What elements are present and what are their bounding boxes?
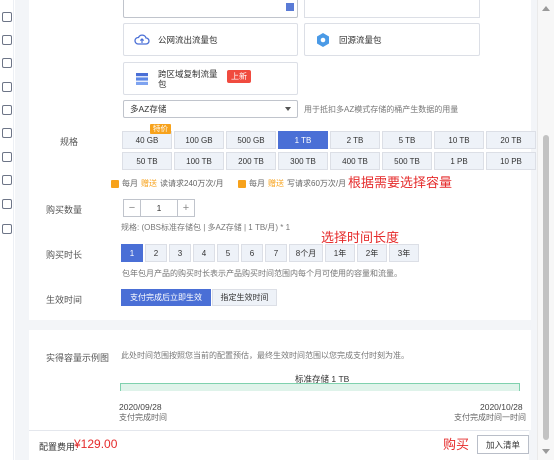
spec-option[interactable]: 10 PB — [486, 152, 536, 170]
start-caption: 支付完成时间 — [119, 413, 167, 422]
add-to-cart-button[interactable]: 加入清单 — [477, 435, 529, 454]
price-footer: 配置费用: ¥129.00 购买 加入清单 — [29, 430, 529, 460]
duration-option[interactable]: 2 — [145, 244, 167, 262]
quantity-stepper: − 1 + — [123, 199, 195, 217]
spec-option[interactable]: 1 PB — [434, 152, 484, 170]
duration-option[interactable]: 4 — [193, 244, 215, 262]
nav-icon-5[interactable] — [2, 105, 12, 115]
gift-icon — [238, 179, 246, 188]
promo-highlight: 赠送 — [268, 179, 284, 188]
start-date: 2020/09/28 — [119, 402, 162, 412]
timeline-bar — [120, 383, 520, 391]
storage-type-value: 多AZ存储 — [130, 104, 167, 114]
package-label-line2: 包 — [158, 78, 167, 89]
effective-immediate-button[interactable]: 支付完成后立即生效 — [121, 289, 211, 306]
end-caption: 支付完成时间一时间 — [454, 413, 526, 422]
dropdown-caret-icon — [285, 107, 291, 111]
scroll-up-icon[interactable] — [542, 6, 550, 11]
duration-option[interactable]: 8个月 — [289, 244, 323, 262]
duration-option[interactable]: 3 — [169, 244, 191, 262]
duration-option[interactable]: 3年 — [389, 244, 419, 262]
server-stack-icon — [134, 71, 150, 87]
promo-write-requests: 每月 赠送 写请求60万次/月 — [238, 178, 346, 189]
effective-specified-button[interactable]: 指定生效时间 — [212, 289, 277, 306]
package-label-group: 跨区域复制流量 包 — [158, 69, 218, 89]
duration-option[interactable]: 6 — [241, 244, 263, 262]
package-label: 公网流出流量包 — [158, 34, 218, 45]
hexagon-icon — [315, 32, 331, 48]
spec-option[interactable]: 50 TB — [122, 152, 172, 170]
spec-option[interactable]: 500 TB — [382, 152, 432, 170]
decrement-button[interactable]: − — [124, 200, 140, 216]
end-date: 2020/10/28 — [480, 402, 523, 412]
nav-icon-7[interactable] — [2, 152, 12, 162]
spec-option[interactable]: 300 TB — [278, 152, 328, 170]
duration-option[interactable]: 5 — [217, 244, 239, 262]
duration-option[interactable]: 7 — [265, 244, 287, 262]
duration-option[interactable]: 1 — [121, 244, 143, 262]
spec-option[interactable]: 2 TB — [330, 131, 380, 149]
spec-option[interactable]: 100 TB — [174, 152, 224, 170]
duration-label: 购买时长 — [46, 250, 83, 260]
spec-option[interactable]: 200 TB — [226, 152, 276, 170]
nav-icon-8[interactable] — [2, 175, 12, 185]
spec-summary: 规格: (OBS标准存储包 | 多AZ存储 | 1 TB/月) * 1 — [121, 223, 291, 232]
storage-type-hint: 用于抵扣多AZ模式存储的桶产生数据的用量 — [304, 105, 459, 114]
duration-note: 包年包月产品的购买时长表示产品购买时间范围内每个月可使用的容量和流量。 — [122, 269, 402, 278]
increment-button[interactable]: + — [178, 200, 194, 216]
special-price-badge: 特价 — [150, 124, 171, 134]
quantity-label: 购买数量 — [46, 205, 83, 215]
price-label: 配置费用: — [39, 442, 78, 452]
nav-icon-2[interactable] — [2, 35, 12, 45]
scroll-down-icon[interactable] — [542, 449, 550, 454]
vertical-scrollbar[interactable] — [537, 0, 554, 460]
nav-icon-9[interactable] — [2, 199, 12, 209]
gift-icon — [111, 179, 119, 188]
left-nav-rail — [0, 0, 14, 460]
duration-option[interactable]: 2年 — [357, 244, 387, 262]
region-select-partial[interactable] — [123, 0, 298, 18]
nav-icon-1[interactable] — [2, 12, 12, 22]
promo-text-pre: 每月 — [249, 179, 265, 188]
nav-icon-6[interactable] — [2, 128, 12, 138]
storage-type-select[interactable]: 多AZ存储 — [123, 100, 298, 118]
promo-text-post: 读请求240万次/月 — [160, 179, 224, 188]
duration-option[interactable]: 1年 — [325, 244, 355, 262]
nav-icon-3[interactable] — [2, 58, 12, 68]
spec-option[interactable]: 500 GB — [226, 131, 276, 149]
spec-option[interactable]: 400 TB — [330, 152, 380, 170]
upload-cloud-icon — [134, 32, 150, 48]
scroll-thumb[interactable] — [543, 135, 549, 440]
example-desc: 此处时间范围按照您当前的配置预估，最终生效时间范围以您完成支付时刻为准。 — [121, 351, 409, 360]
buy-annotation: 购买 — [443, 437, 470, 452]
nav-icon-10[interactable] — [2, 224, 12, 234]
package-label: 回源流量包 — [339, 34, 382, 45]
spec-option[interactable]: 1 TB — [278, 131, 328, 149]
example-label: 实得容量示例图 — [46, 353, 110, 363]
effective-label: 生效时间 — [46, 295, 83, 305]
option-box-partial[interactable] — [304, 0, 480, 18]
new-badge: 上新 — [227, 70, 251, 83]
select-caret-icon — [286, 3, 294, 11]
promo-highlight: 赠送 — [141, 179, 157, 188]
spec-option[interactable]: 10 TB — [434, 131, 484, 149]
capacity-annotation: 根据需要选择容量 — [348, 175, 453, 190]
promo-read-requests: 每月 赠送 读请求240万次/月 — [111, 178, 224, 189]
spec-option[interactable]: 20 TB — [486, 131, 536, 149]
spec-label: 规格 — [60, 137, 79, 147]
package-cross-region[interactable]: 跨区域复制流量 包 — [123, 62, 298, 95]
promo-text-pre: 每月 — [122, 179, 138, 188]
package-public-outbound[interactable]: 公网流出流量包 — [123, 23, 298, 56]
price-value: ¥129.00 — [74, 437, 118, 451]
package-origin-pull[interactable]: 回源流量包 — [304, 23, 480, 56]
quantity-input[interactable]: 1 — [140, 200, 178, 216]
promo-text-post: 写请求60万次/月 — [287, 179, 347, 188]
nav-icon-4[interactable] — [2, 82, 12, 92]
package-label-line1: 跨区域复制流量 — [158, 68, 218, 79]
spec-option[interactable]: 100 GB — [174, 131, 224, 149]
spec-option[interactable]: 5 TB — [382, 131, 432, 149]
